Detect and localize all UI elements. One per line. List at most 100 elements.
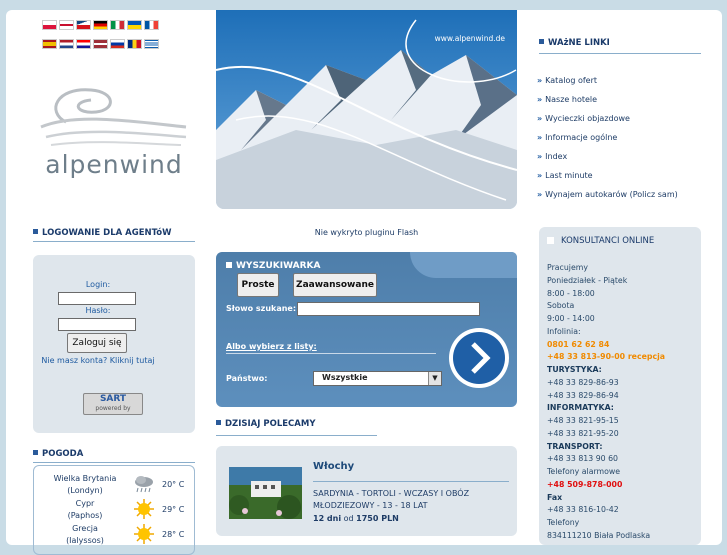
consultant-info-line: Sobota (547, 301, 575, 311)
flag-lv-icon[interactable] (93, 39, 108, 49)
arrow-right-icon: » (537, 152, 543, 161)
tab-simple[interactable]: Proste (237, 273, 279, 297)
consultant-info-line: 0801 62 62 84 (547, 339, 610, 349)
recommend-description: SARDYNIA - TORTOLI - WCZASY I OBÓZ MŁODZ… (313, 489, 470, 510)
consultant-info-line: Fax (547, 492, 563, 502)
weather-city: (Ialyssos) (66, 536, 104, 545)
weather-place: Wielka Brytania (Londyn) (40, 473, 130, 497)
consultant-info-line: +48 33 813-90-00 recepcja (547, 352, 666, 362)
select-from-list-link[interactable]: Albo wybierz z listy: (226, 342, 317, 351)
flag-hr-icon[interactable] (76, 39, 91, 49)
important-link-label: Nasze hotele (545, 95, 598, 104)
consultant-info-line: Pracujemy (547, 263, 588, 272)
tab-advanced[interactable]: Zaawansowane (293, 273, 377, 297)
important-link-label: Informacje ogólne (545, 133, 618, 142)
weather-temperature: 20° C (162, 480, 185, 489)
hotel-photo (229, 467, 302, 519)
search-go-button[interactable] (447, 326, 511, 390)
weather-heading-rule (33, 462, 195, 463)
login-submit-button[interactable]: Zaloguj się (67, 333, 127, 353)
flag-nl-icon[interactable] (59, 39, 74, 49)
arrow-right-icon: » (537, 114, 543, 123)
sart-badge-sub: powered by (95, 405, 131, 412)
consultant-info-line: +48 33 821-95-15 (547, 416, 619, 425)
weather-place: Grecja (Ialyssos) (40, 523, 130, 547)
important-link-label: Index (545, 152, 568, 161)
important-link[interactable]: » Wycieczki objazdowe (537, 114, 630, 123)
arrow-right-icon: » (537, 190, 543, 199)
recommend-price-line: 12 dni od 1750 PLN (313, 514, 399, 523)
recommend-country[interactable]: Włochy (313, 461, 354, 472)
important-link[interactable]: » Index (537, 152, 567, 161)
password-label: Hasło: (85, 306, 111, 315)
weather-heading: POGODA (33, 449, 83, 459)
flag-ua-icon[interactable] (127, 20, 142, 30)
important-link[interactable]: » Informacje ogólne (537, 133, 617, 142)
recommend-heading-rule (216, 435, 377, 436)
links-heading-rule (539, 53, 701, 54)
weather-country: Wielka Brytania (53, 474, 117, 483)
sart-badge-title: SART (99, 394, 127, 404)
login-heading-rule (33, 241, 195, 242)
banner-url: www.alpenwind.de (434, 34, 505, 43)
consultant-info-line: 9:00 - 14:00 (547, 314, 595, 323)
consultant-info-line: +48 33 821-95-20 (547, 428, 619, 438)
login-label: Login: (85, 280, 111, 289)
consultant-info-line: +48 33 816-10-42 (547, 505, 619, 515)
consultant-info-line: INFORMATYKA: (547, 403, 614, 413)
arrow-right-icon: » (537, 171, 543, 180)
flag-cz-icon[interactable] (76, 20, 91, 30)
consultants-heading: KONSULTANCI ONLINE (547, 236, 654, 246)
country-label: Państwo: (226, 374, 268, 383)
keyword-input[interactable] (297, 302, 480, 316)
flag-it-icon[interactable] (110, 20, 125, 30)
keyword-label: Słowo szukane: (226, 304, 297, 313)
register-link[interactable]: Nie masz konta? Kliknij tutaj (33, 356, 163, 365)
flag-fr-icon[interactable] (144, 20, 159, 30)
flag-de-icon[interactable] (93, 20, 108, 30)
recommend-heading: DZISIAJ POLECAMY (216, 419, 315, 429)
arrow-right-icon: » (537, 76, 543, 85)
consultant-info-line: +48 33 829-86-93 (547, 377, 619, 387)
arrow-right-icon (449, 328, 509, 388)
search-divider (226, 353, 436, 354)
sart-badge[interactable]: SART powered by (83, 393, 143, 415)
login-input[interactable] (58, 292, 136, 305)
important-link-label: Wycieczki objazdowe (545, 114, 630, 123)
flag-pl-icon[interactable] (42, 20, 57, 30)
flag-gb-icon[interactable] (59, 20, 74, 30)
weather-city: (Londyn) (67, 486, 103, 495)
consultants-heading-square (547, 237, 554, 244)
sun-icon (133, 524, 155, 544)
recommend-price: 1750 PLN (356, 514, 399, 523)
search-heading-square (226, 262, 232, 268)
logo-text: alpenwind (45, 150, 183, 179)
consultant-info-line: 834111210 Biała Podlaska (547, 530, 651, 540)
important-link[interactable]: » Katalog ofert (537, 76, 597, 85)
consultant-info-line: Telefony alarmowe (547, 467, 621, 476)
flag-es-icon[interactable] (42, 39, 57, 49)
consultant-info-line: +48 33 813 90 60 (547, 454, 619, 464)
cloudy-rain-icon (133, 474, 155, 494)
banner-image: www.alpenwind.de (216, 10, 517, 209)
recommend-image[interactable] (229, 467, 302, 519)
flag-ro-icon[interactable] (127, 39, 142, 49)
country-select-value: Wszystkie (322, 373, 368, 382)
flag-gr-icon[interactable] (144, 39, 159, 49)
consultant-info-line: Telefony (547, 518, 580, 527)
important-link-label: Wynajem autokarów (Policz sam) (545, 190, 678, 199)
recommend-from: od (343, 514, 354, 523)
important-link[interactable]: » Nasze hotele (537, 95, 597, 104)
weather-country: Grecja (72, 524, 98, 533)
important-link[interactable]: » Wynajem autokarów (Policz sam) (537, 190, 678, 199)
important-link[interactable]: » Last minute (537, 171, 593, 180)
weather-temperature: 29° C (162, 505, 185, 514)
weather-temperature: 28° C (162, 530, 185, 539)
weather-city: (Paphos) (67, 511, 103, 520)
logo[interactable]: alpenwind (36, 82, 192, 182)
search-heading: WYSZUKIWARKA (226, 261, 320, 271)
password-input[interactable] (58, 318, 136, 331)
country-select[interactable]: Wszystkie ▼ (313, 371, 442, 386)
flag-ru-icon[interactable] (110, 39, 125, 49)
flash-message: Nie wykryto pluginu Flash (314, 228, 419, 237)
